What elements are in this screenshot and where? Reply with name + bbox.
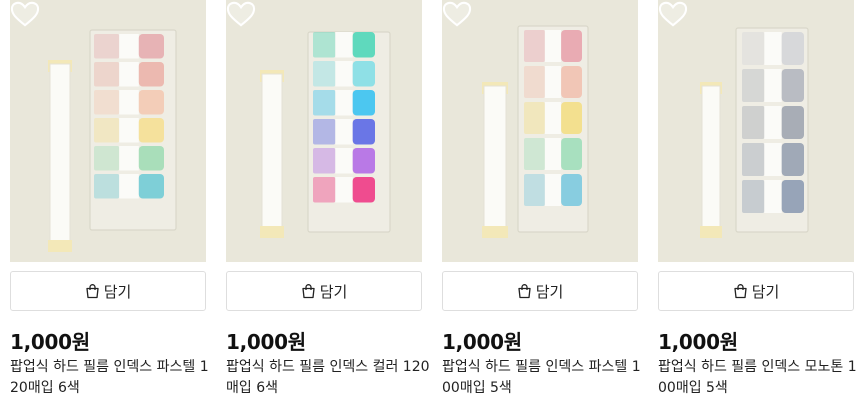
- product-price: 1,000원: [658, 330, 738, 354]
- index-tabs-illustration: [226, 0, 422, 262]
- cart-button-label: 담기: [535, 282, 564, 301]
- heart-icon[interactable]: [10, 0, 40, 28]
- index-tab: [742, 69, 804, 102]
- product-image[interactable]: [10, 0, 206, 262]
- product-name[interactable]: 팝업식 하드 필름 인덱스 컬러 120매입 6색: [226, 357, 430, 399]
- index-tab: [313, 177, 375, 203]
- index-tab: [524, 30, 582, 62]
- shopping-bag-icon: [302, 284, 315, 299]
- index-tab: [94, 174, 164, 199]
- product-grid: 담기 1,000원 팝업식 하드 필름 인덱스 파스텔 120매입 6색 담기 …: [0, 0, 866, 411]
- heart-icon[interactable]: [442, 0, 472, 28]
- index-tabs-illustration: [442, 0, 638, 262]
- product-name[interactable]: 팝업식 하드 필름 인덱스 파스텔 100매입 5색: [442, 357, 646, 399]
- add-to-cart-button[interactable]: 담기: [10, 271, 206, 311]
- index-tab: [94, 146, 164, 171]
- index-tab: [524, 174, 582, 206]
- cart-button-label: 담기: [751, 282, 780, 301]
- index-tab: [94, 118, 164, 143]
- product-card[interactable]: 담기 1,000원 팝업식 하드 필름 인덱스 파스텔 100매입 5색: [442, 0, 641, 396]
- product-image[interactable]: [442, 0, 638, 262]
- index-tab: [313, 119, 375, 145]
- index-tab: [313, 32, 375, 58]
- index-tabs-illustration: [658, 0, 854, 262]
- shopping-bag-icon: [734, 284, 747, 299]
- product-image[interactable]: [658, 0, 854, 262]
- product-card[interactable]: 담기 1,000원 팝업식 하드 필름 인덱스 컬러 120매입 6색: [226, 0, 430, 396]
- index-tab: [94, 90, 164, 115]
- heart-icon[interactable]: [658, 0, 688, 28]
- index-tab: [742, 180, 804, 213]
- product-card[interactable]: 담기 1,000원 팝업식 하드 필름 인덱스 모노톤 100매입 5색: [658, 0, 857, 396]
- shopping-bag-icon: [518, 284, 531, 299]
- index-tabs-illustration: [10, 0, 206, 262]
- cart-button-label: 담기: [103, 282, 132, 301]
- add-to-cart-button[interactable]: 담기: [226, 271, 422, 311]
- index-tab: [313, 90, 375, 116]
- index-tab: [742, 32, 804, 65]
- product-price: 1,000원: [10, 330, 90, 354]
- index-tab: [742, 106, 804, 139]
- shopping-bag-icon: [86, 284, 99, 299]
- index-tab: [94, 62, 164, 87]
- add-to-cart-button[interactable]: 담기: [658, 271, 854, 311]
- index-tab: [742, 143, 804, 176]
- product-name[interactable]: 팝업식 하드 필름 인덱스 모노톤 100매입 5색: [658, 357, 862, 399]
- index-tab: [94, 34, 164, 59]
- heart-icon[interactable]: [226, 0, 256, 28]
- product-card[interactable]: 담기 1,000원 팝업식 하드 필름 인덱스 파스텔 120매입 6색: [10, 0, 209, 396]
- index-tab: [524, 102, 582, 134]
- index-tab: [524, 138, 582, 170]
- product-price: 1,000원: [442, 330, 522, 354]
- cart-button-label: 담기: [319, 282, 348, 301]
- index-tab: [313, 61, 375, 87]
- product-price: 1,000원: [226, 330, 306, 354]
- add-to-cart-button[interactable]: 담기: [442, 271, 638, 311]
- index-tab: [313, 148, 375, 174]
- index-tab: [524, 66, 582, 98]
- product-image[interactable]: [226, 0, 422, 262]
- product-name[interactable]: 팝업식 하드 필름 인덱스 파스텔 120매입 6색: [10, 357, 214, 399]
